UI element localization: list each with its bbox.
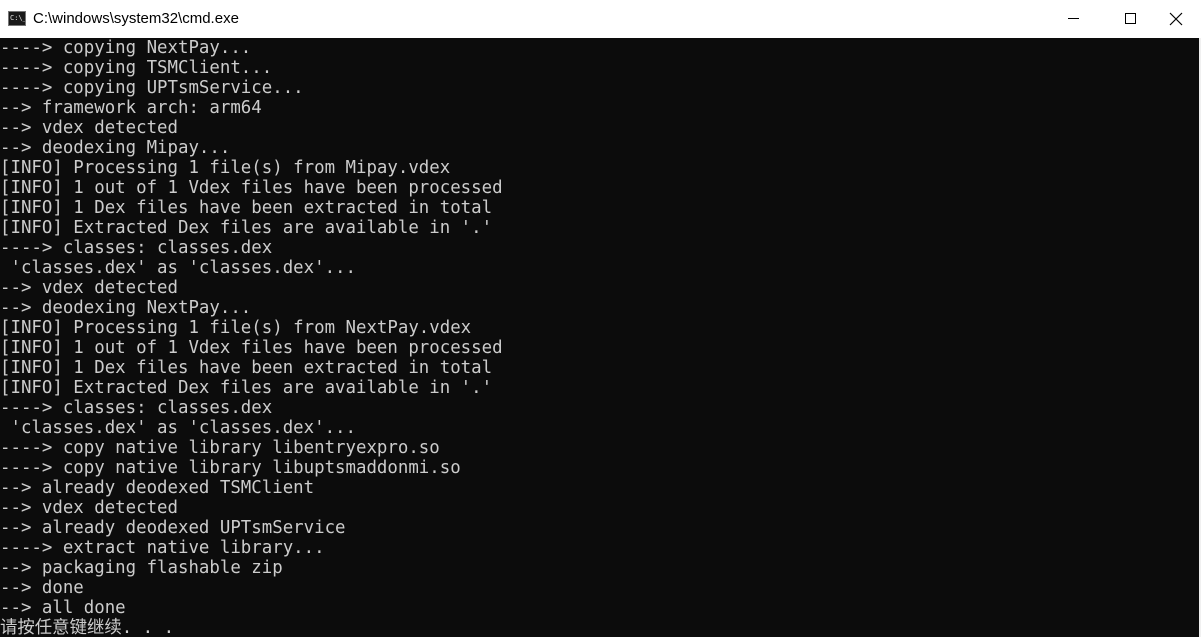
console-line: [INFO] 1 Dex files have been extracted i… [0,358,493,378]
console-line: ----> copy native library libentryexpro.… [0,438,440,458]
console-line: [INFO] Processing 1 file(s) from Mipay.v… [0,158,451,178]
console-line: --> vdex detected [0,498,178,518]
console-line: ----> extract native library... [0,538,325,558]
console-line: [INFO] 1 out of 1 Vdex files have been p… [0,338,503,358]
console-line: [INFO] Extracted Dex files are available… [0,378,493,398]
title-bar[interactable]: C:\_ C:\windows\system32\cmd.exe [0,0,1201,38]
console-line: --> done [0,578,84,598]
console-line: [INFO] Processing 1 file(s) from NextPay… [0,318,472,338]
maximize-icon [1125,13,1136,24]
close-icon [1169,12,1183,26]
cmd-window: C:\_ C:\windows\system32\cmd.exe ----> c… [0,0,1201,637]
cmd-icon[interactable]: C:\_ [8,11,26,26]
console-line: 'classes.dex' as 'classes.dex'... [0,258,356,278]
console-line: --> vdex detected [0,118,178,138]
console-line: --> packaging flashable zip [0,558,283,578]
minimize-icon [1068,18,1079,19]
minimize-button[interactable] [1045,0,1103,38]
console-line: --> framework arch: arm64 [0,98,262,118]
console-line: ----> copying NextPay... [0,38,252,58]
console-line: ----> copying TSMClient... [0,58,273,78]
close-button[interactable] [1161,0,1201,38]
console-line: [INFO] Extracted Dex files are available… [0,218,493,238]
console-line: 'classes.dex' as 'classes.dex'... [0,418,356,438]
maximize-button[interactable] [1103,0,1161,38]
console-line: --> already deodexed UPTsmService [0,518,346,538]
console-line: ----> classes: classes.dex [0,398,273,418]
console-output[interactable]: ----> copying NextPay... ----> copying T… [0,38,1199,637]
console-line: --> deodexing NextPay... [0,298,252,318]
console-line: ----> classes: classes.dex [0,238,273,258]
console-line: --> all done [0,598,126,618]
console-line: ----> copy native library libuptsmaddonm… [0,458,461,478]
window-title: C:\windows\system32\cmd.exe [33,10,239,27]
console-line: --> deodexing Mipay... [0,138,231,158]
console-line: --> vdex detected [0,278,178,298]
console-prompt-line: 请按任意键继续. . . [0,618,175,637]
console-line: [INFO] 1 Dex files have been extracted i… [0,198,493,218]
console-line: --> already deodexed TSMClient [0,478,315,498]
console-line: ----> copying UPTsmService... [0,78,304,98]
console-line: [INFO] 1 out of 1 Vdex files have been p… [0,178,503,198]
